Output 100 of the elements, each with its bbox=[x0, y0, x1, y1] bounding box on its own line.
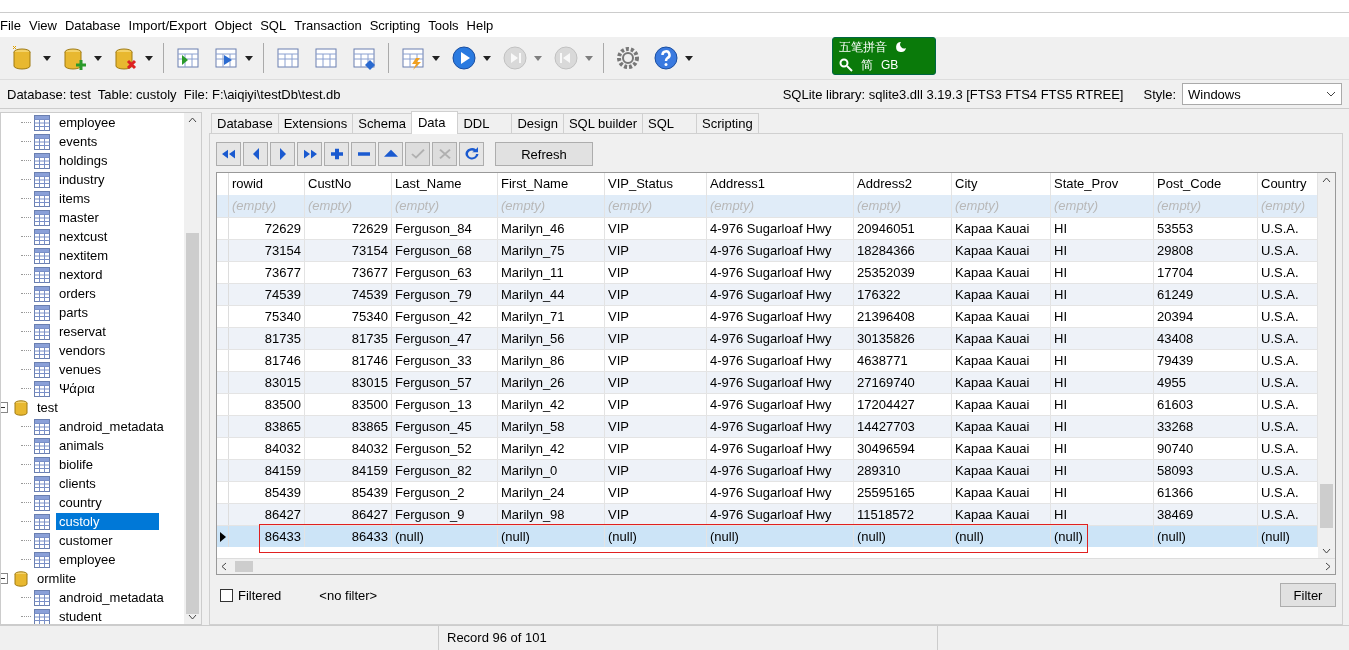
table-cell: 84159 bbox=[229, 460, 305, 481]
table-node[interactable]: items bbox=[56, 190, 94, 207]
menu-item[interactable]: Database bbox=[64, 17, 127, 33]
table-node[interactable]: holdings bbox=[56, 152, 111, 169]
table-icon bbox=[34, 437, 50, 454]
dropdown-caret-icon[interactable] bbox=[43, 55, 51, 61]
dropdown-caret-icon[interactable] bbox=[145, 55, 153, 61]
table-node[interactable]: animals bbox=[56, 437, 107, 454]
navigator-button[interactable] bbox=[324, 142, 349, 166]
navigator-button[interactable] bbox=[270, 142, 295, 166]
table-node[interactable]: clients bbox=[56, 475, 99, 492]
scroll-thumb[interactable] bbox=[235, 561, 253, 572]
dropdown-caret-icon[interactable] bbox=[94, 55, 102, 61]
database-node[interactable]: ormlite bbox=[34, 570, 79, 587]
navigator-button[interactable] bbox=[216, 142, 241, 166]
scroll-up-icon[interactable] bbox=[188, 117, 197, 123]
table-node[interactable]: android_metadata bbox=[56, 418, 167, 435]
menu-item[interactable]: File bbox=[0, 17, 27, 33]
table-icon bbox=[34, 418, 50, 435]
dropdown-caret-icon[interactable] bbox=[483, 55, 491, 61]
input-method-bar[interactable]: 五笔拼音 简 GB bbox=[832, 37, 936, 75]
tab[interactable]: SQL builder bbox=[562, 113, 644, 133]
tab[interactable]: Design bbox=[511, 113, 564, 133]
table-node[interactable]: custoly bbox=[56, 513, 160, 530]
table-node[interactable]: events bbox=[56, 133, 101, 150]
checkbox[interactable] bbox=[220, 588, 233, 602]
table-cell: VIP bbox=[605, 372, 707, 393]
table-node[interactable]: customer bbox=[56, 532, 116, 549]
table-cell: 83015 bbox=[305, 372, 392, 393]
play-icon[interactable] bbox=[450, 44, 478, 72]
refresh-button[interactable]: Refresh bbox=[495, 142, 593, 166]
table-node[interactable]: student bbox=[56, 608, 105, 624]
dropdown-caret-icon bbox=[1326, 91, 1336, 97]
filter-button[interactable]: Filter bbox=[1280, 583, 1336, 607]
menu-item[interactable]: Tools bbox=[428, 17, 465, 33]
menu-item[interactable]: View bbox=[28, 17, 63, 33]
style-dropdown[interactable]: Windows bbox=[1182, 83, 1342, 105]
table-node[interactable]: parts bbox=[56, 304, 91, 321]
ime-name: 五笔拼音 bbox=[839, 38, 887, 56]
navigator-button[interactable] bbox=[243, 142, 268, 166]
table-icon bbox=[34, 342, 50, 359]
help-icon[interactable] bbox=[652, 44, 680, 72]
table-node[interactable]: orders bbox=[56, 285, 99, 302]
menu-item[interactable]: Import/Export bbox=[128, 17, 213, 33]
tab[interactable]: Data bbox=[410, 111, 459, 134]
record-status: Record 96 of 101 bbox=[439, 626, 938, 650]
navigator-button[interactable] bbox=[351, 142, 376, 166]
table-cell: 4955 bbox=[1154, 372, 1258, 393]
scroll-down-icon[interactable] bbox=[188, 614, 197, 620]
navigator-button[interactable] bbox=[378, 142, 403, 166]
table-node[interactable]: reservat bbox=[56, 323, 109, 340]
table-icon bbox=[34, 304, 50, 321]
insert-icon bbox=[328, 147, 345, 161]
scroll-thumb[interactable] bbox=[186, 233, 199, 614]
table-node[interactable]: employee bbox=[56, 114, 119, 131]
table-node[interactable]: industry bbox=[56, 171, 108, 188]
table-node[interactable]: biolife bbox=[56, 456, 96, 473]
horizontal-scrollbar[interactable] bbox=[217, 558, 1335, 574]
table-node[interactable]: nextord bbox=[56, 266, 106, 283]
table-node[interactable]: venues bbox=[56, 361, 104, 378]
table-node[interactable]: android_metadata bbox=[56, 589, 167, 606]
table-node[interactable]: country bbox=[56, 494, 105, 511]
database-info: Database: test Table: custoly File: F:\aiqiyi\testDb\test.db bbox=[7, 86, 341, 102]
menu-item[interactable]: SQL bbox=[260, 17, 293, 33]
settings-icon[interactable] bbox=[614, 44, 642, 72]
table-cell: 74539 bbox=[229, 284, 305, 305]
scroll-up-icon[interactable] bbox=[1322, 177, 1331, 183]
table-node[interactable]: employee bbox=[56, 551, 119, 568]
table-node[interactable]: master bbox=[56, 209, 102, 226]
database-node[interactable]: test bbox=[34, 399, 61, 416]
scroll-left-icon[interactable] bbox=[221, 562, 227, 571]
dropdown-caret-icon[interactable] bbox=[685, 55, 693, 61]
table-cell: 73154 bbox=[229, 240, 305, 261]
scroll-right-icon[interactable] bbox=[1325, 562, 1331, 571]
table-icon bbox=[34, 266, 50, 283]
navigator-button[interactable] bbox=[459, 142, 484, 166]
table-cell: VIP bbox=[605, 416, 707, 437]
navigator-button[interactable] bbox=[297, 142, 322, 166]
table-cell: Marilyn_58 bbox=[498, 416, 605, 437]
table-cell: 33268 bbox=[1154, 416, 1258, 437]
scrollbar[interactable] bbox=[1318, 173, 1335, 558]
scroll-down-icon[interactable] bbox=[1322, 548, 1331, 554]
table-node[interactable]: Ψάρια bbox=[56, 380, 98, 397]
tab[interactable]: SQL bbox=[642, 113, 698, 133]
menu-item[interactable]: Transaction bbox=[294, 17, 368, 33]
menu-item[interactable]: Scripting bbox=[369, 17, 427, 33]
scrollbar[interactable] bbox=[184, 113, 201, 624]
table-cell: 4-976 Sugarloaf Hwy bbox=[707, 460, 854, 481]
menu-item[interactable]: Help bbox=[466, 17, 500, 33]
tab[interactable]: Database bbox=[211, 113, 279, 133]
table-node[interactable]: nextitem bbox=[56, 247, 112, 264]
table-node[interactable]: nextcust bbox=[56, 228, 111, 245]
tab[interactable]: Scripting bbox=[696, 113, 759, 133]
database-icon bbox=[14, 570, 28, 587]
table-cell: 73154 bbox=[305, 240, 392, 261]
menu-item[interactable]: Object bbox=[214, 17, 259, 33]
dropdown-caret-icon[interactable] bbox=[432, 55, 440, 61]
dropdown-caret-icon[interactable] bbox=[245, 55, 253, 61]
table-node[interactable]: vendors bbox=[56, 342, 109, 359]
scroll-thumb[interactable] bbox=[1320, 484, 1333, 528]
